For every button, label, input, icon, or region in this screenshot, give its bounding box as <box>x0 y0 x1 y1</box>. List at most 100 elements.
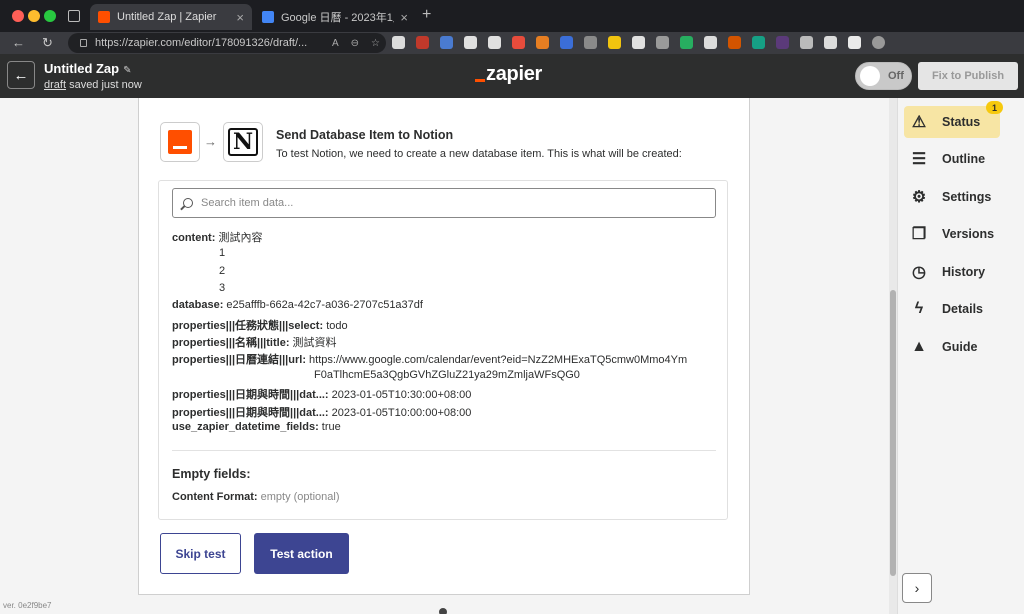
warning-icon: ⚠ <box>911 114 927 131</box>
reload-icon[interactable]: ↻ <box>42 35 53 51</box>
list-icon: ☰ <box>911 151 927 168</box>
empty-field-row: Content Format: empty (optional) <box>172 491 339 503</box>
extension-icon[interactable] <box>728 36 741 49</box>
pencil-icon[interactable]: ✎ <box>123 65 131 76</box>
step-connector-dot <box>439 608 447 614</box>
save-status-text: saved just now <box>66 79 142 91</box>
extension-icon[interactable] <box>800 36 813 49</box>
sidebar-item-status[interactable]: ⚠ Status <box>904 106 1000 138</box>
extension-icon[interactable] <box>848 36 861 49</box>
extension-icon[interactable] <box>584 36 597 49</box>
tab-title: Google 日曆 - 2023年1月 <box>281 12 395 24</box>
extension-icon[interactable] <box>464 36 477 49</box>
search-input[interactable] <box>201 197 681 209</box>
browser-tab-calendar[interactable]: Google 日曆 - 2023年1月 × <box>254 4 416 30</box>
sidebar-item-guide[interactable]: ▲ Guide <box>904 331 1000 363</box>
extension-icon[interactable] <box>656 36 669 49</box>
sidebar-item-versions[interactable]: ❐ Versions <box>904 218 1000 250</box>
browser-tab-zapier[interactable]: Untitled Zap | Zapier × <box>90 4 252 30</box>
extension-icon[interactable] <box>560 36 573 49</box>
minimize-window-button[interactable] <box>28 10 40 22</box>
lock-icon <box>80 39 87 47</box>
toggle-knob <box>860 66 880 86</box>
extension-icon[interactable] <box>608 36 621 49</box>
field-key: properties|||日期與時間|||dat...: <box>172 407 329 419</box>
field-value: https://www.google.com/calendar/event?ei… <box>309 354 688 366</box>
field-row: content: 測試內容 <box>172 229 262 245</box>
close-window-button[interactable] <box>12 10 24 22</box>
extension-icon[interactable] <box>632 36 645 49</box>
version-label: ver. 0e2f9be7 <box>3 601 52 610</box>
tab-overview-icon[interactable] <box>68 10 80 22</box>
back-arrow-icon[interactable]: ← <box>12 35 25 50</box>
extension-icon[interactable] <box>392 36 405 49</box>
logo-mark <box>475 79 485 82</box>
extension-icon[interactable] <box>488 36 501 49</box>
tab-title: Untitled Zap | Zapier <box>117 11 217 23</box>
extension-icon[interactable] <box>536 36 549 49</box>
sidebar-item-label: Details <box>942 302 983 316</box>
step-subtitle: To test Notion, we need to create a new … <box>276 148 682 160</box>
extension-icon[interactable] <box>512 36 525 49</box>
notion-app-icon: N <box>223 122 263 162</box>
arrow-right-icon: → <box>204 134 217 149</box>
extension-icon[interactable] <box>416 36 429 49</box>
sidebar-item-settings[interactable]: ⚙ Settings <box>904 181 1000 213</box>
profile-avatar[interactable] <box>872 36 885 49</box>
test-action-highlight: Test action <box>246 525 356 582</box>
favorite-icon[interactable]: ☆ <box>371 38 380 49</box>
sidebar-item-label: Settings <box>942 190 992 204</box>
new-tab-icon[interactable]: + <box>422 6 431 24</box>
step-title: Send Database Item to Notion <box>276 128 454 142</box>
field-key: content: <box>172 232 216 244</box>
skip-test-button[interactable]: Skip test <box>160 533 241 574</box>
zap-title-text: Untitled Zap <box>44 61 120 76</box>
sidebar-item-details[interactable]: ϟ Details <box>904 293 1000 325</box>
close-tab-icon[interactable]: × <box>400 10 408 25</box>
extension-icon[interactable] <box>440 36 453 49</box>
field-row: properties|||任務狀態|||select: todo <box>172 317 348 333</box>
sidebar-item-outline[interactable]: ☰ Outline <box>904 143 1000 175</box>
save-status: draft saved just now <box>44 79 142 91</box>
url-text: https://zapier.com/editor/178091326/draf… <box>95 37 308 49</box>
back-button[interactable]: ← <box>7 61 35 89</box>
extension-icon[interactable] <box>776 36 789 49</box>
extension-icon[interactable] <box>824 36 837 49</box>
draft-link[interactable]: draft <box>44 79 66 91</box>
field-row: properties|||日曆連結|||url: https://www.goo… <box>172 351 687 367</box>
field-value: 2023-01-05T10:30:00+08:00 <box>331 389 472 401</box>
zap-title[interactable]: Untitled Zap ✎ <box>44 61 132 76</box>
field-key: database: <box>172 299 224 311</box>
zoom-window-button[interactable] <box>44 10 56 22</box>
chevron-right-icon: › <box>914 580 920 596</box>
browser-address-bar: ← ↻ https://zapier.com/editor/178091326/… <box>0 32 1024 54</box>
field-key: properties|||日期與時間|||dat...: <box>172 389 329 401</box>
search-field[interactable] <box>172 188 716 218</box>
field-key: properties|||日曆連結|||url: <box>172 354 306 366</box>
sidebar-item-label: Outline <box>942 152 986 166</box>
zoom-icon[interactable]: ⊖ <box>351 38 359 49</box>
field-value: todo <box>326 320 348 332</box>
zapier-logo: zapier <box>475 63 542 86</box>
sidebar-item-history[interactable]: ◷ History <box>904 256 1000 288</box>
extension-icon[interactable] <box>680 36 693 49</box>
content-line: 1 <box>219 247 226 259</box>
test-action-button[interactable]: Test action <box>254 533 349 574</box>
status-badge: 1 <box>986 101 1003 114</box>
sidebar-item-label: Versions <box>942 227 995 241</box>
fix-to-publish-button[interactable]: Fix to Publish <box>918 62 1018 90</box>
field-row: properties|||日期與時間|||dat...: 2023-01-05T… <box>172 404 471 420</box>
close-tab-icon[interactable]: × <box>236 10 244 25</box>
scrollbar-thumb[interactable] <box>890 290 896 576</box>
extension-icon[interactable] <box>752 36 765 49</box>
field-key: properties|||名稱|||title: <box>172 337 290 349</box>
calendar-favicon-icon <box>262 11 274 23</box>
extension-icon[interactable] <box>704 36 717 49</box>
zap-on-off-toggle[interactable]: Off <box>855 62 912 90</box>
expand-sidebar-button[interactable]: › <box>902 573 932 603</box>
stack-icon: ❐ <box>911 226 927 243</box>
read-aloud-icon[interactable]: A <box>332 38 339 49</box>
url-field[interactable]: https://zapier.com/editor/178091326/draf… <box>68 33 386 53</box>
field-value: 2023-01-05T10:00:00+08:00 <box>331 407 472 419</box>
logo-text: zapier <box>486 63 543 85</box>
